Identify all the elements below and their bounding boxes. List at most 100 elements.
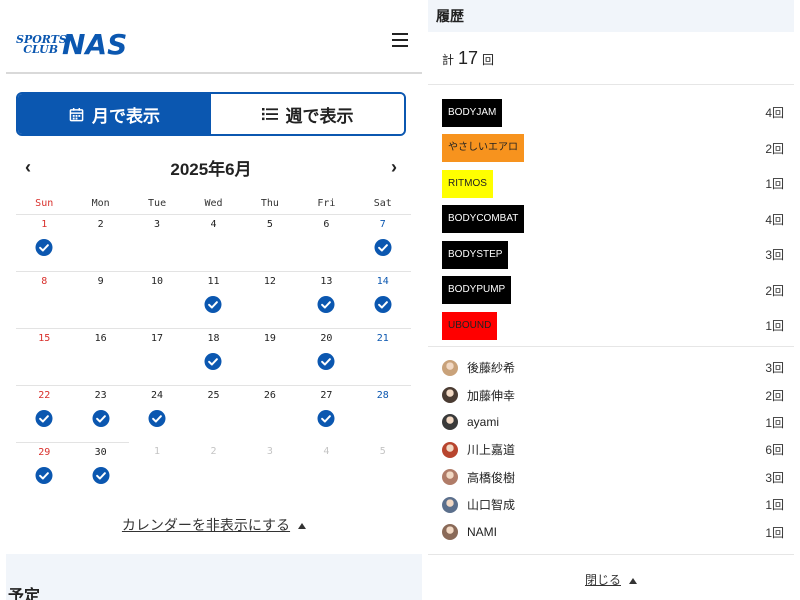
avatar [442,359,458,376]
avatar [442,524,458,541]
calendar-day[interactable]: 23 [72,385,129,442]
day-number: 26 [263,390,276,401]
check-circle-icon [374,296,392,313]
divider [428,346,794,347]
program-count: 3回 [765,248,784,263]
weekday-wed: Wed [204,198,223,209]
calendar-grid: Sun Mon Tue Wed Thu Fri Sat 1 2 3 4 5 6 7 8 9 10 11 12 13 1… [16,198,411,499]
instructor-name: NAMI [467,525,497,540]
calendar-day[interactable]: 20 [298,328,355,385]
check-circle-icon [317,410,335,427]
calendar-day[interactable]: 27 [298,385,355,442]
program-count: 4回 [765,212,784,227]
calendar-day[interactable]: 29 [16,442,73,499]
day-number: 19 [263,333,276,344]
check-circle-icon [317,353,335,370]
list-icon [261,108,278,121]
instructor-history-list: 後藤紗希 3回 加藤伸幸 2回 ayami 1回 川上嘉道 6回 高橋俊樹 3回 山口智成 1回 NAM… [442,354,784,546]
day-number: 5 [266,219,273,230]
instructor-count: 2回 [765,388,784,403]
chevron-right-icon[interactable]: › [382,155,406,179]
weekday-sun: Sun [35,198,54,209]
weekday-tue: Tue [148,198,167,209]
calendar-panel: SPORTS CLUB NAS 月で表示 週で表示 ‹ 2025年6月 › Su… [6,0,422,600]
day-number: 20 [320,333,333,344]
program-count: 2回 [765,141,784,156]
program-tag: BODYJAM [442,98,503,127]
calendar-day[interactable]: 24 [128,385,186,442]
chevron-left-icon[interactable]: ‹ [16,155,40,179]
schedule-title: 予定 [8,588,41,600]
program-tag: BODYSTEP [442,240,509,269]
calendar-day[interactable]: 5 [241,214,299,271]
calendar-day[interactable]: 26 [241,385,299,442]
program-count: 1回 [765,177,784,192]
calendar-day[interactable]: 21 [354,328,411,385]
calendar-day[interactable]: 3 [128,214,186,271]
divider [428,84,794,85]
day-number: 3 [266,446,273,457]
calendar-day[interactable]: 28 [354,385,411,442]
calendar-day[interactable]: 1 [16,214,73,271]
calendar-day[interactable]: 7 [354,214,411,271]
instructor-count: 3回 [765,470,784,485]
calendar-day[interactable]: 25 [185,385,242,442]
day-number: 22 [38,390,51,401]
calendar-day-next-month: 3 [242,442,298,499]
divider [428,554,794,555]
instructor-row: NAMI 1回 [442,518,784,545]
calendar-day[interactable]: 10 [128,271,186,328]
calendar-day[interactable]: 15 [16,328,73,385]
instructor-row: 山口智成 1回 [442,491,784,518]
instructor-name: 加藤伸幸 [467,388,516,403]
instructor-row: 加藤伸幸 2回 [442,381,784,408]
calendar-week-row: 22 23 24 25 26 27 28 [16,385,411,442]
check-circle-icon [35,239,53,256]
calendar-day[interactable]: 13 [298,271,355,328]
calendar-day-next-month: 4 [298,442,354,499]
calendar-day[interactable]: 12 [241,271,299,328]
triangle-up-icon [629,577,637,584]
month-title: 2025年6月 [170,159,252,179]
avatar [442,387,458,404]
calendar-day[interactable]: 22 [16,385,73,442]
month-view-button[interactable]: 月で表示 [18,94,211,134]
calendar-day[interactable]: 16 [72,328,129,385]
calendar-day[interactable]: 19 [241,328,299,385]
check-circle-icon [148,410,166,427]
hamburger-menu-icon[interactable] [392,33,408,47]
calendar-day[interactable]: 8 [16,271,73,328]
instructor-info: 後藤紗希 [442,359,515,376]
avatar [442,414,458,431]
close-history-link[interactable]: 閉じる [428,571,794,588]
instructor-count: 6回 [765,443,784,458]
instructor-info: 加藤伸幸 [442,387,515,404]
program-count: 2回 [765,283,784,298]
view-toggle: 月で表示 週で表示 [16,92,406,136]
day-number: 11 [207,276,220,287]
calendar-day[interactable]: 6 [298,214,355,271]
calendar-day[interactable]: 17 [128,328,186,385]
calendar-day[interactable]: 4 [185,214,242,271]
calendar-day[interactable]: 2 [72,214,129,271]
week-view-button[interactable]: 週で表示 [211,94,404,134]
sports-club-nas-logo[interactable]: SPORTS CLUB NAS [16,28,127,61]
day-number: 24 [151,390,164,401]
calendar-day[interactable]: 30 [72,442,129,499]
instructor-row: ayami 1回 [442,409,784,436]
instructor-info: NAMI [442,524,497,541]
history-header: 履歴 [428,0,794,32]
calendar-day[interactable]: 9 [72,271,129,328]
weekday-header-row: Sun Mon Tue Wed Thu Fri Sat [16,198,411,214]
day-number: 13 [320,276,333,287]
calendar-day[interactable]: 14 [354,271,411,328]
program-count: 1回 [765,319,784,334]
avatar [442,469,458,486]
program-row: BODYSTEP 3回 [442,237,784,273]
calendar-day[interactable]: 11 [185,271,242,328]
program-row: RITMOS 1回 [442,166,784,202]
calendar-week-row: 15 16 17 18 19 20 21 [16,328,411,385]
program-tag: BODYPUMP [442,276,512,305]
hide-calendar-link[interactable]: カレンダーを非表示にする [6,515,422,535]
calendar-day[interactable]: 18 [185,328,242,385]
